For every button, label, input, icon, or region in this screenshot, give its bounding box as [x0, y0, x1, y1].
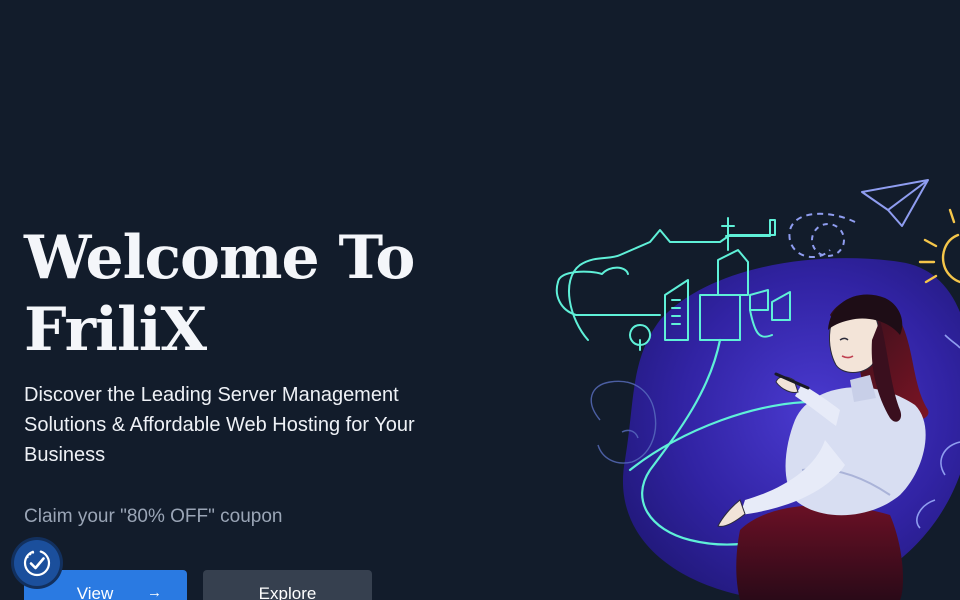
arrow-right-icon: →: [147, 584, 162, 600]
accessibility-widget-button[interactable]: [14, 540, 60, 586]
hero-copy: Welcome To FriliX Discover the Leading S…: [24, 222, 484, 530]
accessibility-check-icon: [23, 549, 51, 577]
hero-title-line-2: FriliX: [24, 295, 207, 365]
hero-subtitle: Discover the Leading Server Management S…: [24, 384, 415, 466]
hero-title: Welcome To FriliX: [24, 222, 484, 366]
hero-section: Welcome To FriliX Discover the Leading S…: [0, 0, 960, 600]
paper-plane-icon: [788, 179, 929, 259]
explore-product-button[interactable]: Explore Product: [203, 570, 372, 600]
view-pricing-label: View Pricing: [76, 584, 114, 600]
hero-title-line-1: Welcome To: [24, 223, 415, 293]
cta-row: View Pricing → Explore Product: [24, 570, 372, 600]
hero-illustration: [555, 179, 960, 600]
coupon-text: Claim your "80% OFF" coupon: [24, 506, 283, 527]
explore-product-label: Explore Product: [258, 584, 317, 600]
